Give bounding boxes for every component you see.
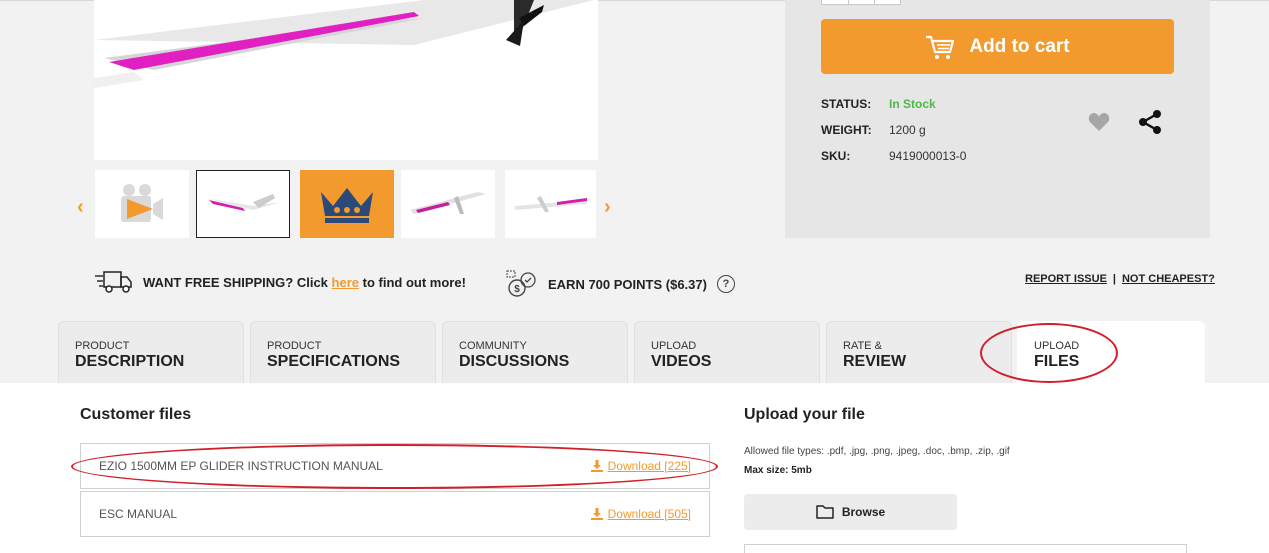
crown-icon <box>321 188 373 223</box>
links-separator: | <box>1112 273 1116 285</box>
file-row: ESC MANUAL Download [505] <box>80 491 710 537</box>
sku-row: SKU: 9419000013-0 <box>821 149 966 163</box>
tab-rate-review[interactable]: RATE & REVIEW <box>826 321 1012 383</box>
download-icon <box>590 508 603 520</box>
max-size: Max size: 5mb <box>744 465 812 476</box>
shipping-prefix: WANT FREE SHIPPING? Click <box>143 274 328 290</box>
tab-product-description[interactable]: PRODUCT DESCRIPTION <box>58 321 244 383</box>
weight-row: WEIGHT: 1200 g <box>821 123 926 137</box>
thumb-video[interactable] <box>95 170 189 238</box>
add-to-cart-label: Add to cart <box>969 35 1070 57</box>
buy-panel: Add to cart STATUS: In Stock WEIGHT: 120… <box>785 0 1210 238</box>
tab-big-label: DISCUSSIONS <box>459 353 570 370</box>
tab-big-label: DESCRIPTION <box>75 353 185 370</box>
weight-label: WEIGHT: <box>821 123 872 137</box>
upload-file-title: Upload your file <box>744 406 865 423</box>
product-main-image[interactable] <box>94 0 598 160</box>
tab-big-label: SPECIFICATIONS <box>267 353 401 370</box>
weight-value: 1200 g <box>889 123 926 137</box>
thumb-glider-1[interactable] <box>196 170 290 238</box>
download-link[interactable]: Download [505] <box>590 507 691 521</box>
thumb-glider-2[interactable] <box>401 170 495 238</box>
download-icon <box>590 460 603 472</box>
tab-community-discussions[interactable]: COMMUNITY DISCUSSIONS <box>442 321 628 383</box>
delivery-truck-icon <box>95 271 132 293</box>
tab-small-label: PRODUCT <box>267 340 322 352</box>
svg-text:$: $ <box>514 284 520 295</box>
status-label: STATUS: <box>821 97 872 111</box>
status-value: In Stock <box>889 97 936 111</box>
thumb-glider-3[interactable] <box>505 170 596 238</box>
cart-icon <box>926 35 955 59</box>
glider-thumb-image <box>410 192 486 214</box>
thumb-next-arrow[interactable]: › <box>604 196 611 219</box>
glider-image <box>94 0 594 88</box>
tab-small-label: COMMUNITY <box>459 340 527 352</box>
reward-coins-icon: $ <box>506 270 536 297</box>
tab-big-label: REVIEW <box>843 353 907 370</box>
download-label: Download [225] <box>607 459 691 473</box>
thumb-prev-arrow[interactable]: ‹ <box>77 196 84 219</box>
customer-files-title: Customer files <box>80 406 192 423</box>
tab-small-label: UPLOAD <box>651 340 697 352</box>
quantity-stepper[interactable] <box>821 0 901 5</box>
sku-label: SKU: <box>821 149 851 163</box>
browse-button[interactable]: Browse <box>744 494 957 530</box>
report-issue-link[interactable]: REPORT ISSUE <box>1025 273 1107 285</box>
tab-small-label: UPLOAD <box>1034 340 1080 352</box>
wishlist-heart-icon[interactable] <box>1088 112 1110 132</box>
tab-small-label: PRODUCT <box>75 340 130 352</box>
allowed-file-types: Allowed file types: .pdf, .jpg, .png, .j… <box>744 446 1010 457</box>
tab-upload-files[interactable]: UPLOAD FILES <box>1017 321 1205 383</box>
tab-upload-videos[interactable]: UPLOAD VIDEOS <box>634 321 820 383</box>
folder-icon <box>816 505 834 519</box>
points-help-icon[interactable]: ? <box>716 275 735 293</box>
download-label: Download [505] <box>607 507 691 521</box>
tab-big-label: FILES <box>1034 353 1080 370</box>
download-link[interactable]: Download [225] <box>590 459 691 473</box>
tab-big-label: VIDEOS <box>651 353 712 370</box>
shipping-suffix: to find out more! <box>362 274 466 290</box>
browse-label: Browse <box>841 505 886 519</box>
free-shipping-banner: WANT FREE SHIPPING? Click here to find o… <box>95 270 466 294</box>
reward-points-banner: $ EARN 700 POINTS ($6.37) ? <box>506 270 735 298</box>
upload-dropzone[interactable] <box>744 544 1187 553</box>
add-to-cart-button[interactable]: Add to cart <box>821 19 1174 74</box>
report-links: REPORT ISSUE | NOT CHEAPEST? <box>1025 273 1215 285</box>
glider-thumb-image <box>514 196 587 212</box>
sku-value: 9419000013-0 <box>889 149 967 163</box>
tab-product-specifications[interactable]: PRODUCT SPECIFICATIONS <box>250 321 436 383</box>
points-text: EARN 700 POINTS ($6.37) <box>548 276 707 292</box>
thumb-brand-crown[interactable] <box>300 170 394 238</box>
file-row: EZIO 1500MM EP GLIDER INSTRUCTION MANUAL… <box>80 443 710 489</box>
not-cheapest-link[interactable]: NOT CHEAPEST? <box>1122 273 1215 285</box>
glider-thumb-image <box>205 194 281 211</box>
share-icon[interactable] <box>1137 109 1163 135</box>
file-name: ESC MANUAL <box>99 507 178 521</box>
shipping-text: WANT FREE SHIPPING? Click here to find o… <box>143 275 466 290</box>
status-row: STATUS: In Stock <box>821 97 936 111</box>
shipping-here-link[interactable]: here <box>332 275 359 290</box>
tab-small-label: RATE & <box>843 340 882 352</box>
file-name: EZIO 1500MM EP GLIDER INSTRUCTION MANUAL <box>99 459 383 473</box>
video-camera-icon <box>121 184 163 222</box>
